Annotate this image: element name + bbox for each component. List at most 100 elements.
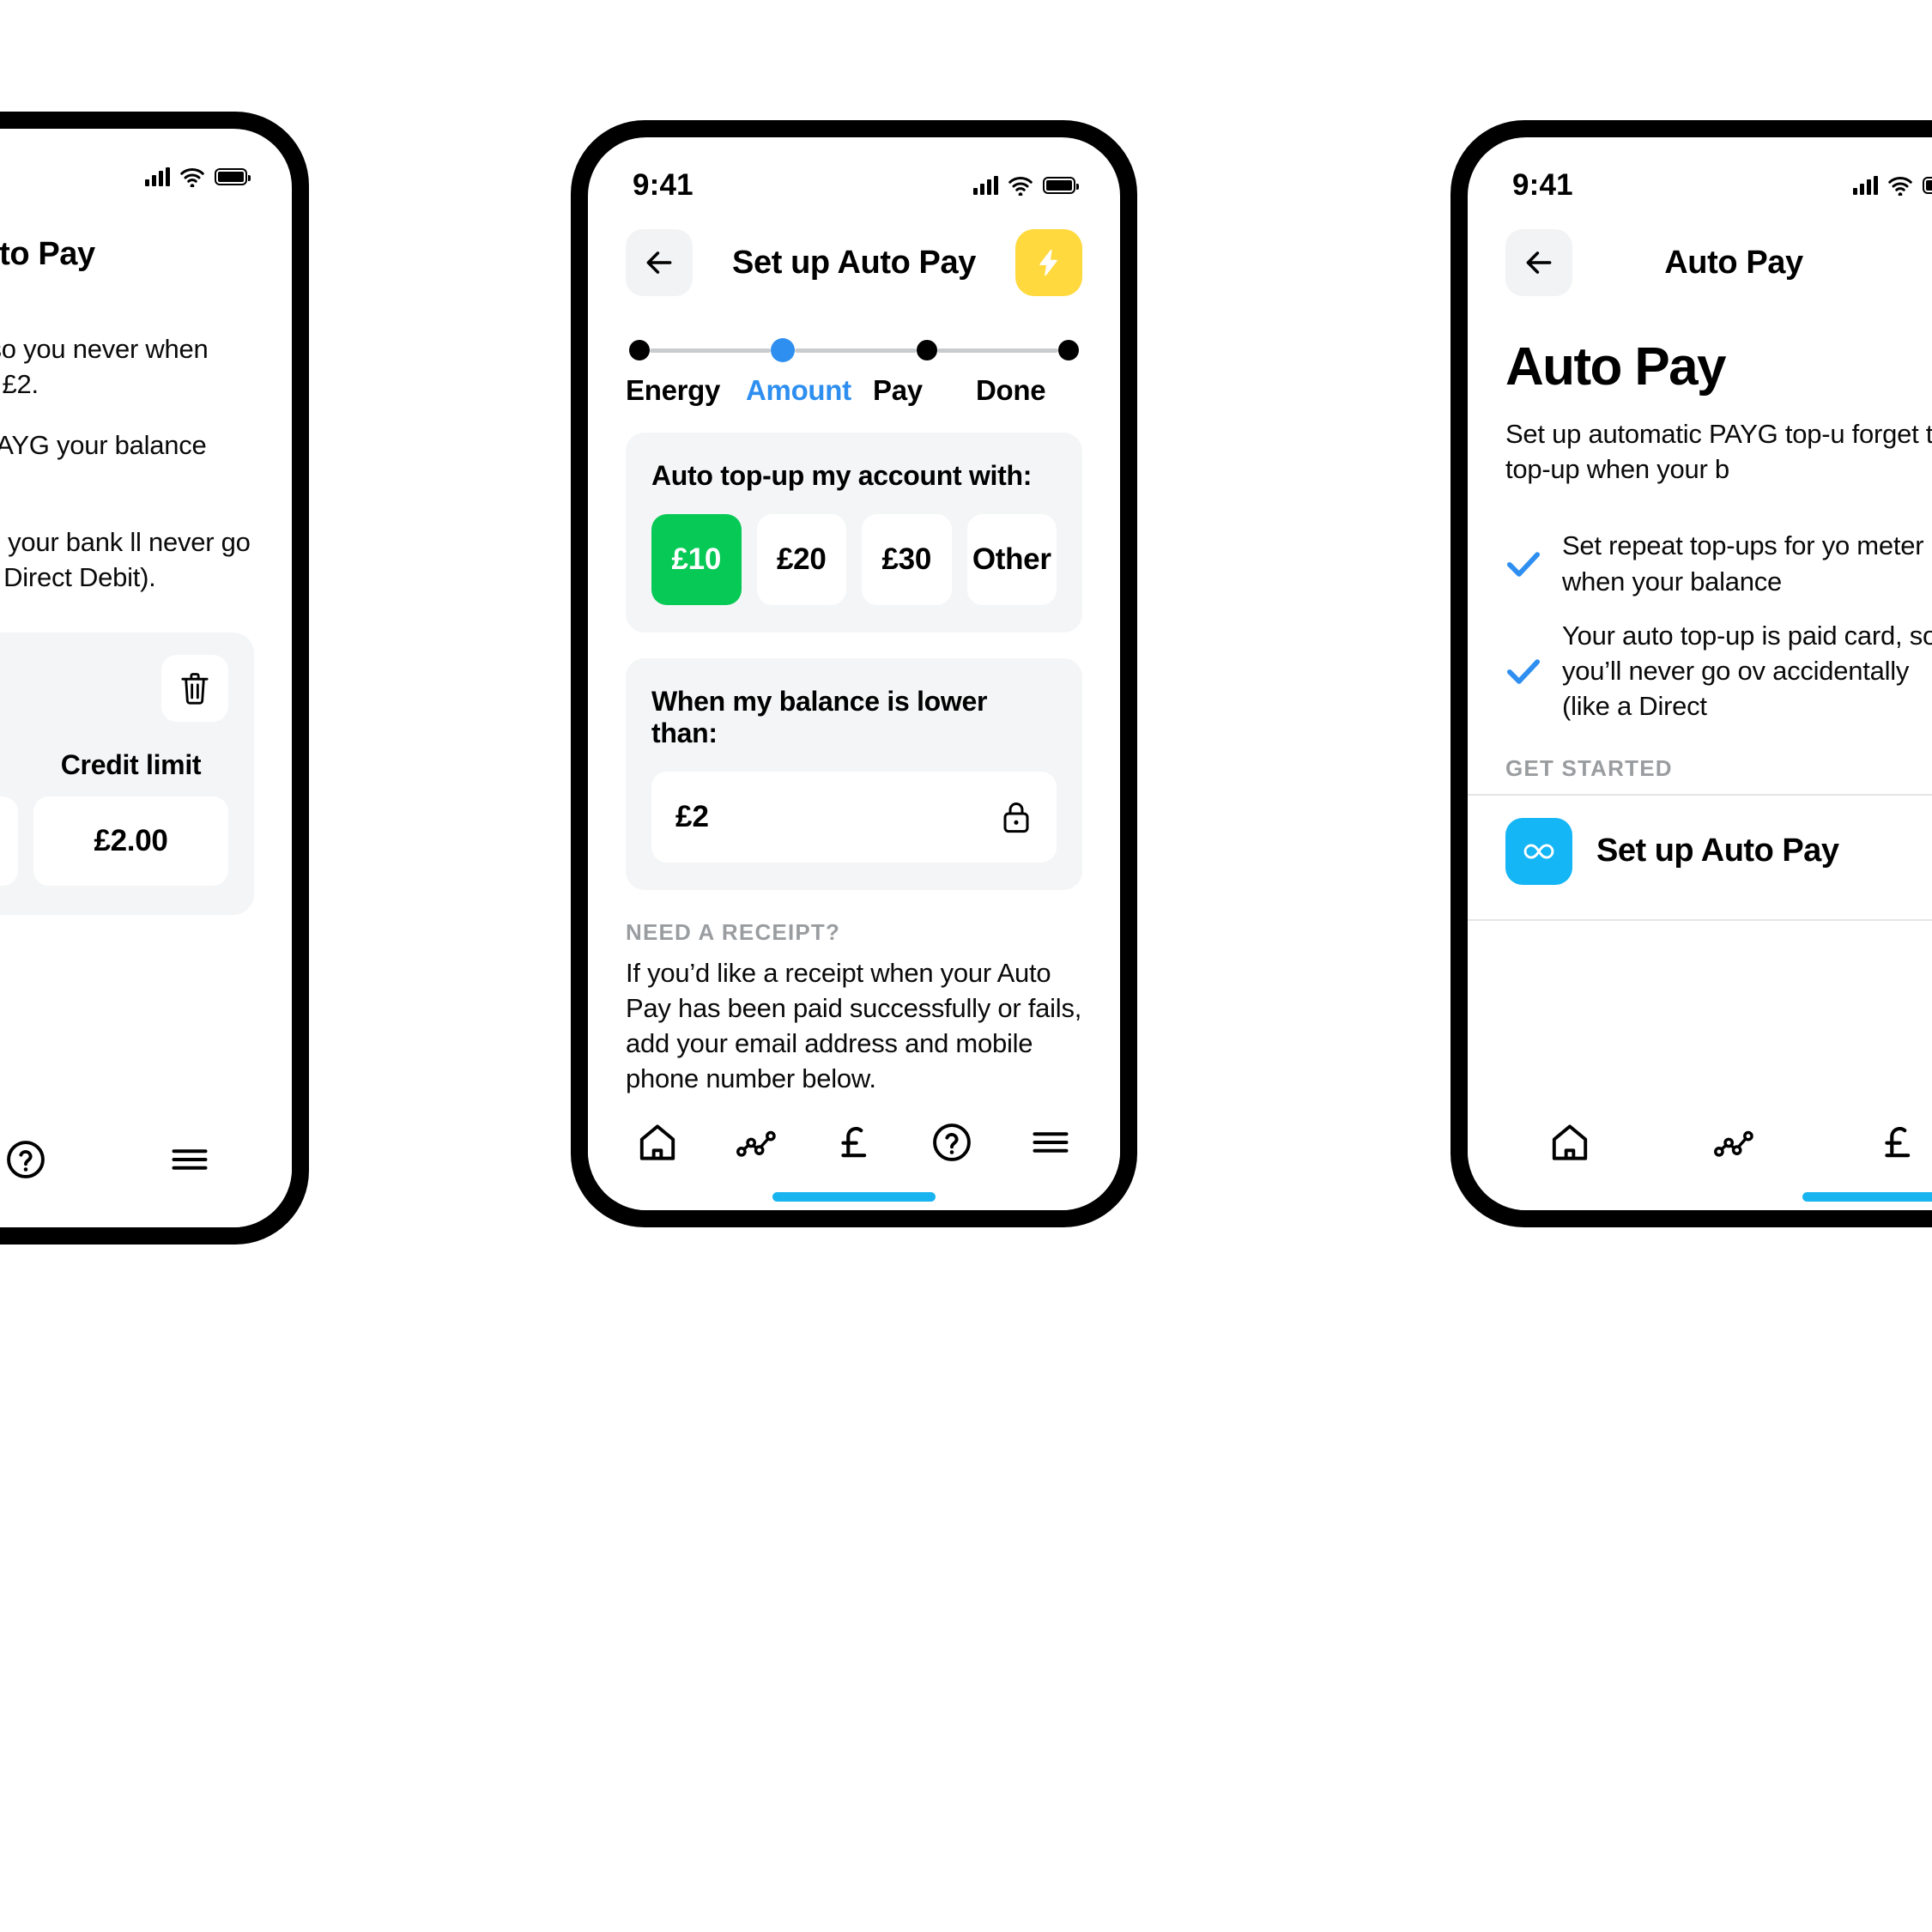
status-bar <box>0 129 292 203</box>
step-dot-pay[interactable] <box>916 340 937 360</box>
step-dot-done[interactable] <box>1057 340 1079 360</box>
receipt-eyebrow: NEED A RECEIPT? <box>626 919 841 945</box>
back-button[interactable] <box>1505 229 1572 296</box>
lightning-bolt-icon <box>1039 249 1057 276</box>
intro-text: Set up automatic PAYG top-u forget to to… <box>1505 419 1932 485</box>
step-bar-2 <box>795 348 917 353</box>
list-item-label: Set repeat top-ups for yo meter when you… <box>1562 530 1924 597</box>
signal-bars-icon <box>145 167 170 186</box>
middle-tabbar <box>588 1100 1120 1210</box>
amount-card: Auto top-up my account with: £10 £20 £30… <box>626 433 1082 633</box>
credit-limit-label: Credit limit <box>60 749 202 781</box>
threshold-card-title: When my balance is lower than: <box>651 686 988 748</box>
trash-icon <box>181 673 209 705</box>
list-item: Set repeat top-ups for yo meter when you… <box>1505 528 1932 598</box>
tab-usage[interactable] <box>1697 1111 1771 1173</box>
phone-left-screen: Auto Pay c PAYG top-ups so you never whe… <box>0 129 292 1227</box>
left-paragraphs: c PAYG top-ups so you never when your ba… <box>0 331 292 595</box>
menu-icon <box>1033 1132 1069 1153</box>
battery-icon <box>215 168 251 185</box>
get-started-label: GET STARTED <box>1505 754 1673 781</box>
back-button[interactable] <box>626 229 693 296</box>
credit-limit-value[interactable]: £2.00 <box>33 796 228 887</box>
step-label-done: Done <box>976 374 1046 406</box>
phone-right: 9:41 Auto Pay Auto Pay Set up automatic … <box>1451 120 1932 1227</box>
list-item-label: Your auto top-up is paid card, so you’ll… <box>1562 620 1932 722</box>
phone-middle-screen: 9:41 Set up Auto Pay Energy Amount Pay D… <box>588 137 1120 1210</box>
right-tabbar <box>1468 1100 1932 1210</box>
middle-content: Energy Amount Pay Done Auto top-up my ac… <box>588 314 1120 1100</box>
lock-icon <box>1003 802 1029 833</box>
infinity-icon <box>1505 817 1572 885</box>
home-icon <box>640 1124 675 1160</box>
threshold-value-field[interactable]: £2 <box>651 772 1057 863</box>
amount-option-30[interactable]: £30 <box>862 514 952 605</box>
status-icons <box>145 167 251 187</box>
step-dot-amount[interactable] <box>771 338 796 362</box>
phone-left: Auto Pay c PAYG top-ups so you never whe… <box>0 112 309 1245</box>
step-dot-energy[interactable] <box>629 340 650 360</box>
amount-option-other[interactable]: Other <box>966 514 1057 605</box>
middle-navbar: Set up Auto Pay <box>588 211 1120 314</box>
step-bar-3 <box>936 348 1058 353</box>
amount-options: £10 £20 £30 Other <box>651 514 1057 605</box>
list-item: Your auto top-up is paid card, so you’ll… <box>1505 618 1932 724</box>
divider <box>1468 918 1932 921</box>
signal-bars-icon <box>1853 176 1878 195</box>
left-paragraph-1: op-ups for your PAYG your balance reache… <box>0 430 207 461</box>
signal-bars-icon <box>973 176 998 195</box>
tab-menu[interactable] <box>1014 1111 1087 1173</box>
tab-pound[interactable] <box>1861 1111 1932 1173</box>
page-title: Auto Pay <box>0 235 95 272</box>
tab-pound[interactable] <box>817 1111 891 1173</box>
status-icons <box>1853 176 1932 196</box>
credit-limit-card: Credit limit £2.00 <box>0 633 254 916</box>
status-bar: 9:41 <box>588 137 1120 211</box>
tab-help[interactable] <box>0 1129 63 1190</box>
battery-icon <box>1923 177 1932 194</box>
progress-stepper: Energy Amount Pay Done <box>588 314 1120 407</box>
pound-icon <box>841 1126 867 1158</box>
usage-graph-icon <box>1714 1130 1753 1157</box>
left-content: c PAYG top-ups so you never when your ba… <box>0 306 292 1117</box>
amount-card-title: Auto top-up my account with: <box>651 460 1033 491</box>
tab-home[interactable] <box>1533 1111 1607 1173</box>
threshold-value: £2 <box>675 800 709 833</box>
tab-menu[interactable] <box>153 1129 227 1190</box>
step-bar-1 <box>650 348 772 353</box>
right-navbar: Auto Pay <box>1468 211 1932 314</box>
status-clock: 9:41 <box>633 168 693 202</box>
left-navbar: Auto Pay <box>0 203 292 306</box>
tab-help[interactable] <box>915 1111 989 1173</box>
left-tabbar <box>0 1117 292 1227</box>
hidden-value[interactable] <box>0 796 18 887</box>
back-arrow-icon <box>1526 251 1552 274</box>
step-label-energy: Energy <box>626 374 721 406</box>
back-arrow-icon <box>646 251 672 274</box>
step-label-pay: Pay <box>873 374 923 406</box>
status-icons <box>973 176 1079 196</box>
amount-option-10[interactable]: £10 <box>651 514 742 605</box>
page-title: Set up Auto Pay <box>732 244 976 281</box>
phone-right-screen: 9:41 Auto Pay Auto Pay Set up automatic … <box>1468 137 1932 1210</box>
setup-auto-pay-row[interactable]: Set up Auto Pay <box>1468 796 1932 907</box>
page-title: Auto Pay <box>1664 244 1803 281</box>
delete-button[interactable] <box>161 655 228 723</box>
quick-action-button[interactable] <box>1015 229 1082 296</box>
screenshot-stage: Auto Pay c PAYG top-ups so you never whe… <box>0 0 1932 1932</box>
battery-icon <box>1043 177 1079 194</box>
right-content: Auto Pay Set up automatic PAYG top-u for… <box>1468 314 1932 1100</box>
stepper-labels: Energy Amount Pay Done <box>626 374 1082 407</box>
left-paragraph-2: op-up is paid with your bank ll never go… <box>0 526 251 593</box>
threshold-card: When my balance is lower than: £2 <box>626 658 1082 890</box>
check-icon <box>1505 549 1541 578</box>
setup-auto-pay-label: Set up Auto Pay <box>1596 833 1839 869</box>
home-indicator <box>1802 1192 1932 1202</box>
tab-home[interactable] <box>621 1111 694 1173</box>
tab-usage[interactable] <box>719 1111 793 1173</box>
amount-option-20[interactable]: £20 <box>756 514 846 605</box>
help-circle-icon <box>933 1123 972 1161</box>
help-circle-icon <box>7 1141 45 1178</box>
home-icon <box>1553 1124 1588 1160</box>
wifi-icon <box>1008 176 1033 196</box>
